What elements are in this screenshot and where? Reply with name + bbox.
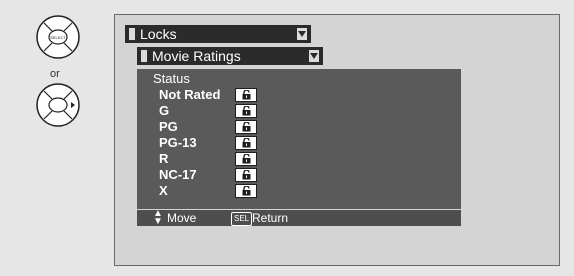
movie-ratings-menu-label: Movie Ratings — [152, 48, 241, 64]
unlocked-padlock-icon[interactable] — [235, 168, 257, 182]
menu-marker-icon — [129, 28, 135, 40]
rating-label: NC-17 — [159, 167, 197, 182]
dropdown-arrow-icon — [297, 28, 307, 40]
rating-label: G — [159, 103, 170, 118]
rating-label: PG — [159, 119, 178, 134]
unlocked-padlock-icon[interactable] — [235, 120, 257, 134]
status-title: Status — [153, 71, 190, 86]
dpad-select-icon: SELECT — [36, 15, 80, 59]
rating-row-r[interactable]: R — [159, 151, 269, 167]
ratings-panel: Status Not Rated G PG PG-13 R NC-17 X — [137, 69, 461, 209]
unlocked-padlock-icon[interactable] — [235, 184, 257, 198]
rating-label: Not Rated — [159, 87, 221, 102]
rating-row-pg[interactable]: PG — [159, 119, 269, 135]
rating-label: X — [159, 183, 168, 198]
dpad-right-arrow-icon — [36, 83, 80, 127]
or-label: or — [50, 68, 60, 80]
move-hint: Move — [167, 211, 197, 225]
rating-label: R — [159, 151, 169, 166]
rating-row-g[interactable]: G — [159, 103, 269, 119]
rating-row-nc-17[interactable]: NC-17 — [159, 167, 269, 183]
unlocked-padlock-icon[interactable] — [235, 136, 257, 150]
dropdown-arrow-icon — [309, 50, 319, 62]
tv-screen: Locks Movie Ratings Status Not Rated G P… — [114, 14, 560, 266]
select-label: SELECT — [50, 35, 66, 40]
unlocked-padlock-icon[interactable] — [235, 104, 257, 118]
select-button-remote[interactable]: SELECT — [35, 14, 81, 60]
rating-label: PG-13 — [159, 135, 197, 150]
unlocked-padlock-icon[interactable] — [235, 88, 257, 102]
rating-row-pg-13[interactable]: PG-13 — [159, 135, 269, 151]
rating-row-not-rated[interactable]: Not Rated — [159, 87, 269, 103]
menu-marker-icon — [141, 50, 147, 62]
dpad-right-remote[interactable] — [35, 82, 81, 128]
up-down-arrows-icon: ▲ ▼ — [153, 208, 163, 227]
return-hint: Return — [252, 211, 289, 225]
remote-guide: SELECT or — [0, 0, 114, 276]
locks-menu[interactable]: Locks — [125, 25, 311, 43]
unlocked-padlock-icon[interactable] — [235, 152, 257, 166]
rating-row-x[interactable]: X — [159, 183, 269, 199]
locks-menu-label: Locks — [140, 26, 177, 42]
movie-ratings-menu[interactable]: Movie Ratings — [137, 47, 323, 65]
sel-key-icon: SEL — [231, 212, 253, 226]
help-footer: ▲ ▼ Move SEL Return — [137, 208, 461, 227]
